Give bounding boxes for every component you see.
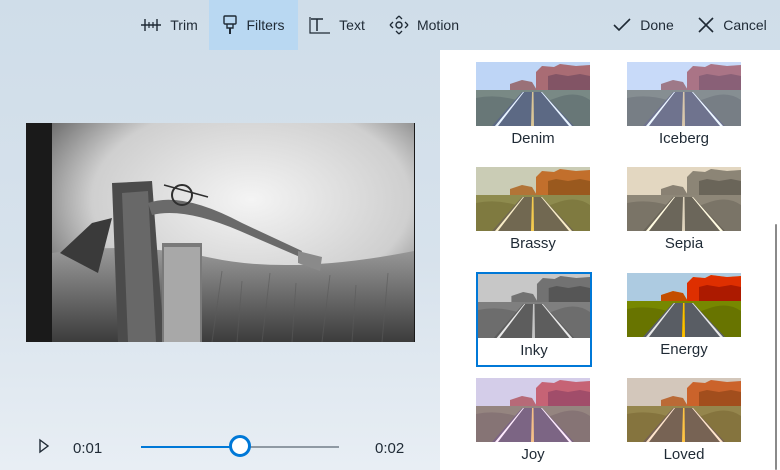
filter-thumbnail bbox=[627, 62, 741, 126]
motion-icon bbox=[389, 15, 409, 35]
filter-thumbnail bbox=[627, 378, 741, 442]
filter-tile-inky[interactable]: Inky bbox=[476, 272, 592, 367]
filters-icon bbox=[222, 15, 238, 35]
filter-label: Sepia bbox=[664, 235, 704, 252]
seek-slider[interactable] bbox=[141, 435, 339, 457]
filter-tile-brassy[interactable]: Brassy bbox=[474, 165, 592, 261]
filter-label: Energy bbox=[660, 341, 708, 358]
cancel-label: Cancel bbox=[723, 17, 767, 33]
playback-controls: 0:01 0:02 bbox=[0, 420, 440, 470]
motion-button[interactable]: Motion bbox=[384, 0, 464, 50]
seek-thumb[interactable] bbox=[229, 435, 251, 457]
video-frame-image bbox=[52, 123, 414, 342]
editor-toolbar: Trim Filters Text Motion Done Cancel bbox=[0, 0, 780, 50]
play-button[interactable] bbox=[38, 438, 54, 456]
motion-label: Motion bbox=[416, 17, 460, 33]
filters-panel: Denim Iceberg Brassy Sepia Inky Energy J… bbox=[440, 50, 780, 470]
filter-label: Brassy bbox=[510, 235, 556, 252]
filter-thumbnail bbox=[627, 273, 741, 337]
filter-label: Joy bbox=[521, 446, 545, 463]
filter-tile-loved[interactable]: Loved bbox=[625, 376, 743, 470]
checkmark-icon bbox=[612, 17, 632, 33]
play-icon bbox=[39, 438, 50, 454]
trim-icon bbox=[140, 17, 162, 33]
filter-label: Inky bbox=[520, 342, 548, 359]
seek-progress bbox=[141, 446, 240, 448]
filter-tile-energy[interactable]: Energy bbox=[625, 271, 743, 367]
filter-tile-denim[interactable]: Denim bbox=[474, 60, 592, 156]
filter-thumbnail bbox=[476, 62, 590, 126]
end-time: 0:02 bbox=[375, 440, 405, 457]
current-time: 0:01 bbox=[73, 440, 103, 457]
video-preview bbox=[26, 123, 415, 342]
filter-tile-iceberg[interactable]: Iceberg bbox=[625, 60, 743, 156]
cancel-button[interactable]: Cancel bbox=[695, 0, 769, 50]
close-icon bbox=[697, 16, 715, 34]
filter-label: Loved bbox=[663, 446, 705, 463]
done-label: Done bbox=[640, 17, 674, 33]
text-label: Text bbox=[339, 17, 365, 33]
done-button[interactable]: Done bbox=[607, 0, 679, 50]
filter-label: Iceberg bbox=[658, 130, 710, 147]
trim-button[interactable]: Trim bbox=[136, 0, 202, 50]
filter-label: Denim bbox=[511, 130, 555, 147]
filter-tile-joy[interactable]: Joy bbox=[474, 376, 592, 470]
filter-tile-sepia[interactable]: Sepia bbox=[625, 165, 743, 261]
filter-thumbnail bbox=[476, 167, 590, 231]
panel-scrollbar[interactable] bbox=[775, 224, 777, 470]
video-editor-filters-view: Trim Filters Text Motion Done Cancel 0:0… bbox=[0, 0, 780, 470]
text-button[interactable]: Text bbox=[307, 0, 367, 50]
text-icon bbox=[309, 16, 331, 34]
filters-label: Filters bbox=[246, 17, 285, 33]
filter-thumbnail bbox=[476, 378, 590, 442]
filter-thumbnail bbox=[478, 274, 590, 338]
filters-button[interactable]: Filters bbox=[209, 0, 298, 50]
trim-label: Trim bbox=[170, 17, 198, 33]
filter-thumbnail bbox=[627, 167, 741, 231]
